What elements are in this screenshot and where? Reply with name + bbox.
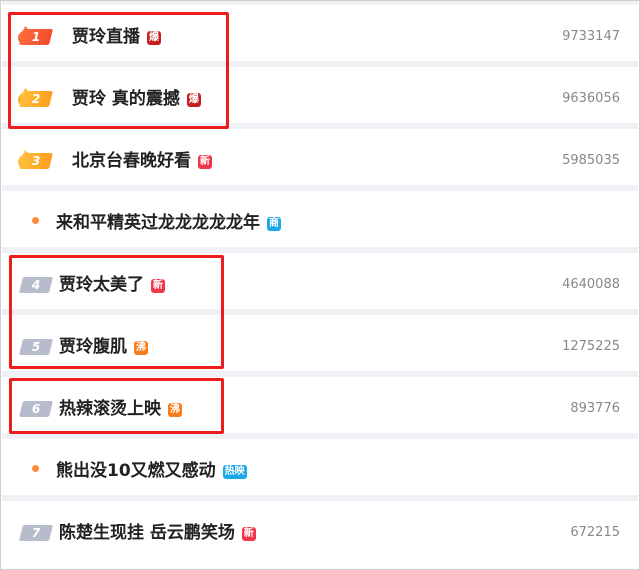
title-text[interactable]: 来和平精英过龙龙龙龙龙年 bbox=[56, 213, 260, 233]
now-showing-badge: 热映 bbox=[222, 465, 247, 479]
hot-count: 5985035 bbox=[562, 153, 620, 168]
rank-badge: 7 bbox=[19, 525, 53, 541]
hot-count: 893776 bbox=[570, 401, 620, 416]
dot-icon bbox=[32, 217, 39, 224]
hot-search-panel: 1 贾玲直播爆 9733147 2 贾玲 真的震撼爆 9636056 3 北京台… bbox=[0, 0, 640, 570]
annotation-box bbox=[9, 255, 224, 369]
hot-search-title[interactable]: 熊出没10又燃又感动 热映 bbox=[56, 460, 247, 482]
title-text[interactable]: 熊出没10又燃又感动 bbox=[56, 461, 216, 481]
hot-count: 9733147 bbox=[562, 29, 620, 44]
new-badge: 新 bbox=[198, 155, 212, 169]
annotation-box bbox=[8, 12, 229, 129]
hot-count: 672215 bbox=[570, 525, 620, 540]
promoted-item[interactable]: 来和平精英过龙龙龙龙龙年商 bbox=[2, 191, 638, 247]
hot-search-item-3[interactable]: 3 北京台春晚好看新 5985035 bbox=[2, 129, 638, 185]
rank-number: 3 bbox=[31, 154, 41, 168]
promoted-item[interactable]: 熊出没10又燃又感动 热映 bbox=[2, 439, 638, 495]
hot-search-title[interactable]: 陈楚生现挂 岳云鹏笑场新 bbox=[59, 522, 256, 544]
dot-icon bbox=[32, 465, 39, 472]
hot-search-item-7[interactable]: 7 陈楚生现挂 岳云鹏笑场新 672215 bbox=[2, 501, 638, 557]
hot-search-title[interactable]: 来和平精英过龙龙龙龙龙年商 bbox=[56, 212, 281, 234]
commercial-badge: 商 bbox=[267, 217, 281, 231]
rank-number: 7 bbox=[31, 526, 41, 540]
hot-search-title[interactable]: 北京台春晚好看新 bbox=[72, 150, 212, 172]
hot-count: 9636056 bbox=[562, 91, 620, 106]
hot-count: 1275225 bbox=[562, 339, 620, 354]
title-text[interactable]: 北京台春晚好看 bbox=[72, 151, 191, 171]
rank-badge: 3 bbox=[19, 153, 53, 169]
annotation-box bbox=[9, 378, 224, 434]
title-text[interactable]: 陈楚生现挂 岳云鹏笑场 bbox=[59, 523, 235, 543]
hot-count: 4640088 bbox=[562, 277, 620, 292]
new-badge: 新 bbox=[241, 527, 256, 541]
